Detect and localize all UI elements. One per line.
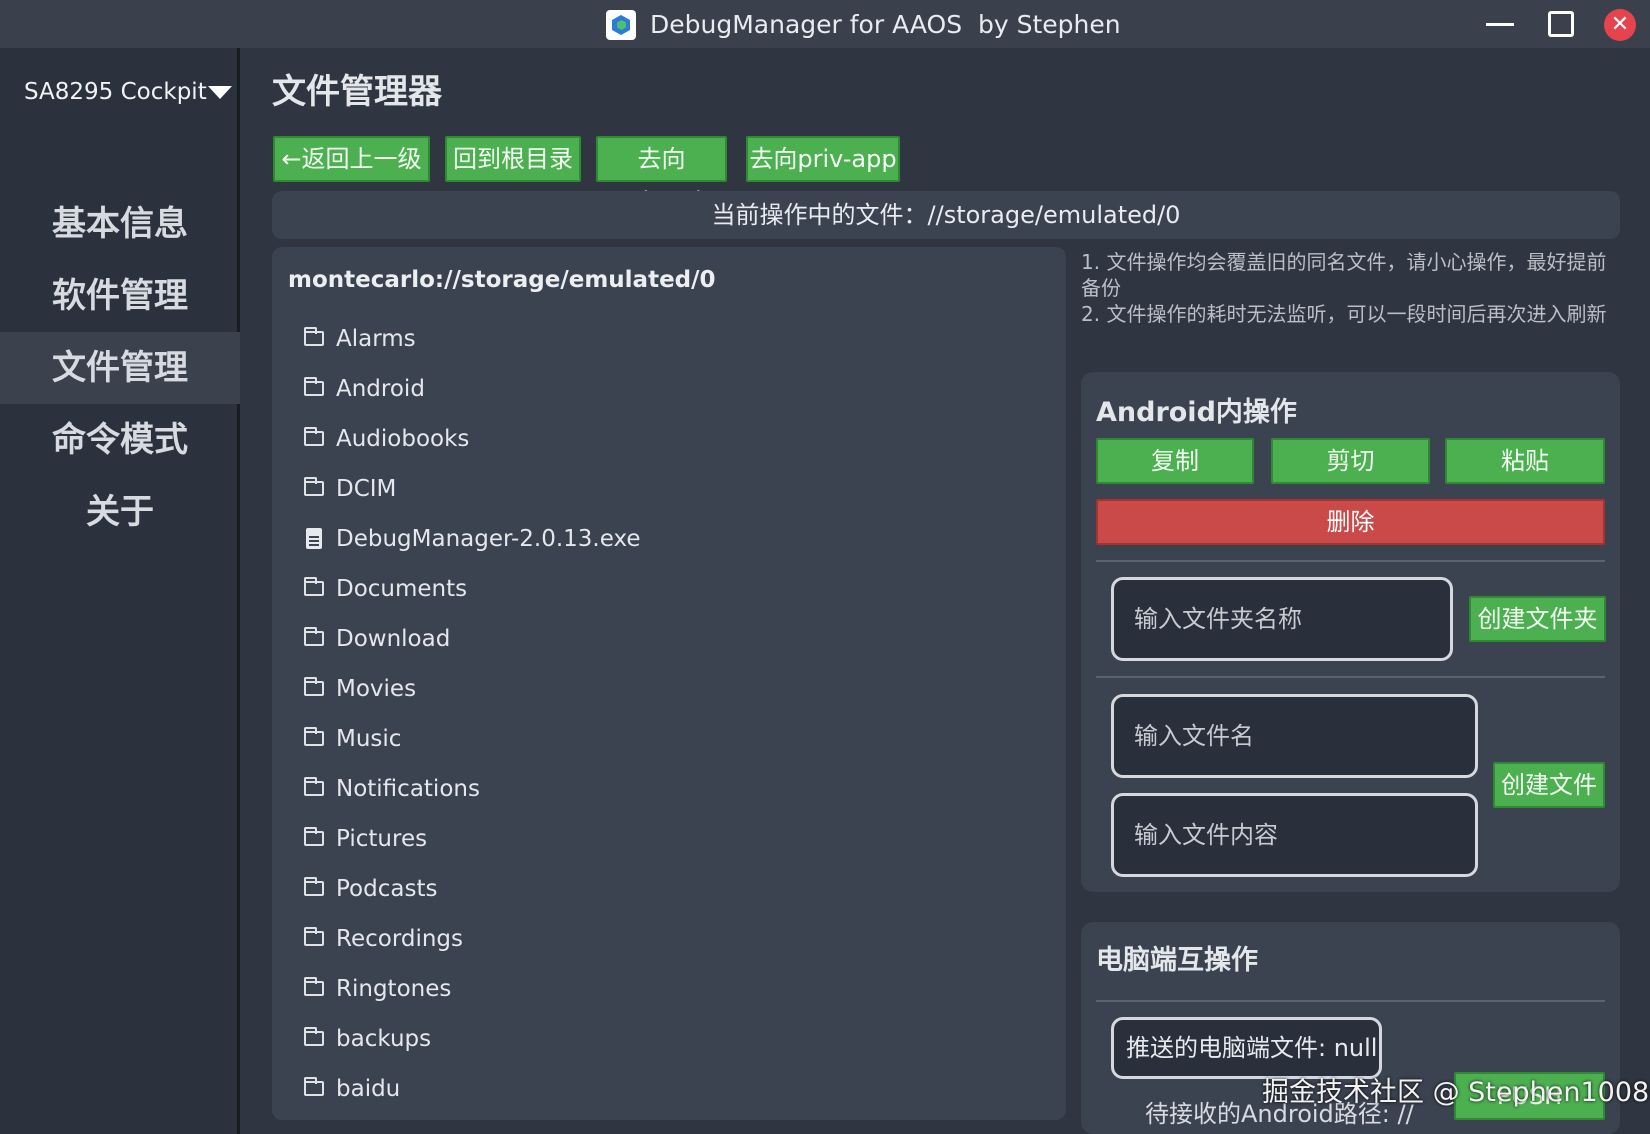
- folder-icon: [304, 577, 324, 596]
- root-button[interactable]: 回到根目录: [445, 136, 581, 182]
- delete-button[interactable]: 删除: [1096, 499, 1605, 545]
- paste-button[interactable]: 粘贴: [1445, 438, 1605, 484]
- sidebar: SA8295 Cockpit 基本信息 软件管理 文件管理 命令模式 关于: [0, 48, 240, 1134]
- file-name: Audiobooks: [336, 426, 470, 452]
- file-content-input[interactable]: 输入文件内容: [1111, 793, 1478, 877]
- file-list-item[interactable]: Pictures: [302, 819, 1042, 859]
- close-icon[interactable]: ✕: [1604, 9, 1636, 41]
- file-list-item[interactable]: DebugManager-2.0.13.exe: [302, 519, 1042, 559]
- app-logo-icon: [606, 10, 636, 40]
- back-button[interactable]: ←返回上一级: [273, 136, 430, 182]
- file-name: DebugManager-2.0.13.exe: [336, 526, 641, 552]
- divider: [1096, 1000, 1605, 1002]
- divider: [1096, 676, 1605, 678]
- file-list-panel[interactable]: montecarlo://storage/emulated/0 Alarms An…: [272, 247, 1066, 1120]
- file-list-item[interactable]: Download: [302, 619, 1042, 659]
- page-title: 文件管理器: [272, 72, 442, 112]
- file-list-item[interactable]: baidu: [302, 1069, 1042, 1109]
- file-panel-path: montecarlo://storage/emulated/0: [288, 267, 716, 293]
- pc-ops-title: 电脑端互操作: [1096, 945, 1258, 976]
- file-list-item[interactable]: Recordings: [302, 919, 1042, 959]
- file-name: backups: [336, 1026, 432, 1052]
- file-name: Download: [336, 626, 451, 652]
- file-name: Alarms: [336, 326, 416, 352]
- file-list-item[interactable]: Notifications: [302, 769, 1042, 809]
- file-list-item[interactable]: Android: [302, 369, 1042, 409]
- create-file-button[interactable]: 创建文件: [1493, 762, 1605, 808]
- folder-icon: [304, 377, 324, 396]
- divider: [1096, 560, 1605, 562]
- folder-icon: [304, 627, 324, 646]
- sidebar-item-software[interactable]: 软件管理: [0, 260, 240, 332]
- file-name: Podcasts: [336, 876, 438, 902]
- file-name: baidu: [336, 1076, 401, 1102]
- folder-icon: [304, 677, 324, 696]
- android-ops-card: Android内操作 复制 剪切 粘贴 删除 输入文件夹名称 创建文件夹 输入文…: [1081, 372, 1620, 892]
- file-list-item[interactable]: DCIM: [302, 469, 1042, 509]
- title-bar: DebugManager for AAOS by Stephen ✕: [0, 0, 1650, 48]
- file-list-item[interactable]: Movies: [302, 669, 1042, 709]
- file-name: Music: [336, 726, 402, 752]
- folder-icon: [304, 827, 324, 846]
- file-list-item[interactable]: backups: [302, 1019, 1042, 1059]
- folder-icon: [304, 427, 324, 446]
- watermark: 掘金技术社区 @ Stephen10086: [1262, 1077, 1650, 1108]
- folder-icon: [304, 977, 324, 996]
- sidebar-item-basic-info[interactable]: 基本信息: [0, 188, 240, 260]
- note-1: 1. 文件操作均会覆盖旧的同名文件，请小心操作，最好提前备份: [1081, 250, 1607, 300]
- folder-icon: [304, 477, 324, 496]
- folder-icon: [304, 927, 324, 946]
- file-list-item[interactable]: Documents: [302, 569, 1042, 609]
- file-list-item[interactable]: Audiobooks: [302, 419, 1042, 459]
- folder-icon: [304, 1077, 324, 1096]
- notes: 1. 文件操作均会覆盖旧的同名文件，请小心操作，最好提前备份 2. 文件操作的耗…: [1081, 249, 1621, 327]
- file-name: Recordings: [336, 926, 464, 952]
- file-list-item[interactable]: Music: [302, 719, 1042, 759]
- file-name: Ringtones: [336, 976, 452, 1002]
- sidebar-item-command[interactable]: 命令模式: [0, 404, 240, 476]
- file-name: Pictures: [336, 826, 428, 852]
- device-dropdown[interactable]: SA8295 Cockpit: [24, 72, 234, 112]
- priv-app-button[interactable]: 去向priv-app: [746, 136, 900, 182]
- file-name: Documents: [336, 576, 468, 602]
- file-list-item[interactable]: Podcasts: [302, 869, 1042, 909]
- copy-button[interactable]: 复制: [1096, 438, 1254, 484]
- file-name-input[interactable]: 输入文件名: [1111, 694, 1478, 778]
- create-folder-button[interactable]: 创建文件夹: [1469, 596, 1606, 642]
- android-ops-title: Android内操作: [1096, 397, 1297, 428]
- folder-icon: [304, 327, 324, 346]
- cut-button[interactable]: 剪切: [1271, 438, 1430, 484]
- note-2: 2. 文件操作的耗时无法监听，可以一段时间后再次进入刷新: [1081, 302, 1607, 326]
- sdcard-button[interactable]: 去向sdcard: [596, 136, 727, 215]
- file-name: Android: [336, 376, 425, 402]
- minimize-icon[interactable]: [1486, 23, 1514, 26]
- file-name: DCIM: [336, 476, 397, 502]
- current-file-label: 当前操作中的文件：//storage/emulated/0: [272, 191, 1620, 239]
- maximize-icon[interactable]: [1548, 11, 1574, 37]
- document-icon: [306, 528, 322, 549]
- window-title: DebugManager for AAOS by Stephen: [650, 10, 1121, 39]
- sidebar-item-files[interactable]: 文件管理: [0, 332, 240, 404]
- chevron-down-icon: [208, 86, 232, 99]
- folder-icon: [304, 877, 324, 896]
- file-list-item[interactable]: Ringtones: [302, 969, 1042, 1009]
- device-dropdown-value: SA8295 Cockpit: [24, 79, 207, 105]
- file-name: Notifications: [336, 776, 480, 802]
- file-list-item[interactable]: Alarms: [302, 319, 1042, 359]
- folder-icon: [304, 777, 324, 796]
- folder-icon: [304, 1027, 324, 1046]
- folder-icon: [304, 727, 324, 746]
- folder-name-input[interactable]: 输入文件夹名称: [1111, 577, 1453, 661]
- file-name: Movies: [336, 676, 417, 702]
- sidebar-item-about[interactable]: 关于: [0, 476, 240, 548]
